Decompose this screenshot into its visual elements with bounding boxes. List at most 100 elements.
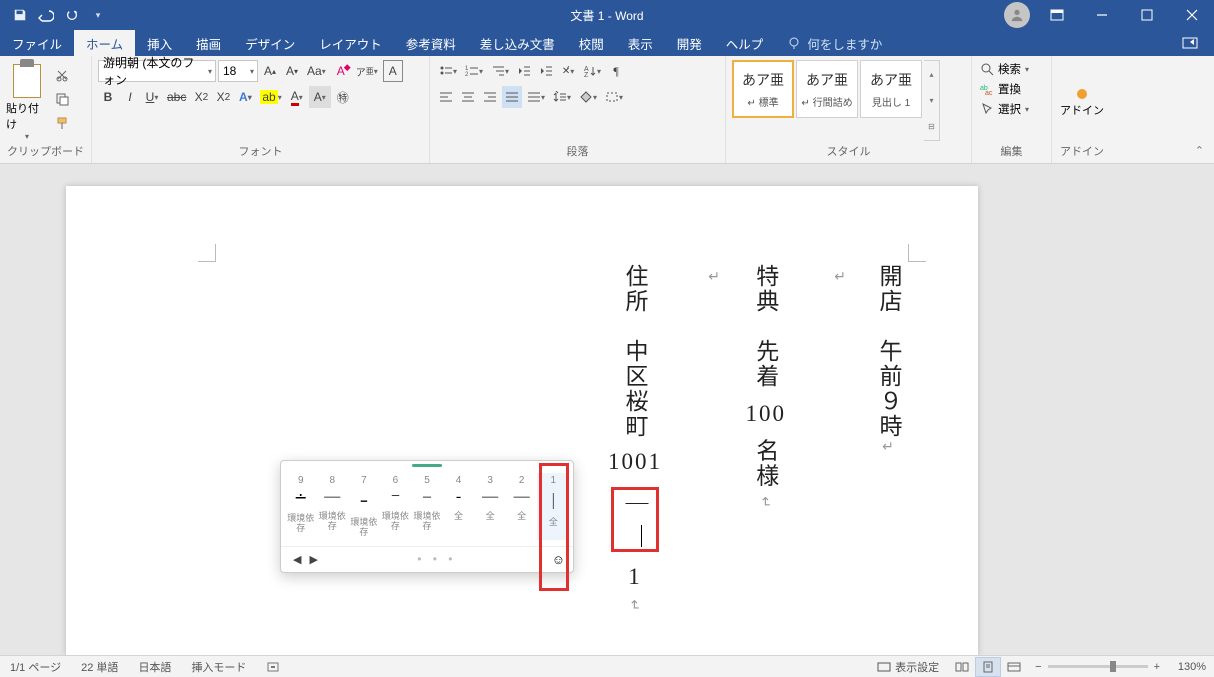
ime-next[interactable]: ▶ bbox=[305, 551, 321, 568]
text-line-1[interactable]: 開店 午前９時↵ bbox=[872, 264, 906, 457]
text-effects-button[interactable]: A bbox=[235, 86, 255, 108]
strikethrough-button[interactable]: abc bbox=[164, 86, 189, 108]
ime-candidate-7[interactable]: 7ｰ環境依存 bbox=[348, 473, 380, 540]
numbering-button[interactable]: 12 bbox=[462, 60, 486, 82]
font-size-combo[interactable]: 18 bbox=[218, 60, 258, 82]
decrease-indent-button[interactable] bbox=[514, 60, 534, 82]
highlight-button[interactable]: ab bbox=[257, 86, 284, 108]
undo-button[interactable] bbox=[34, 3, 58, 27]
ime-candidate-8[interactable]: 8―環境依存 bbox=[317, 473, 349, 540]
increase-indent-button[interactable] bbox=[536, 60, 556, 82]
ime-emoji-button[interactable]: ☺ bbox=[552, 552, 565, 567]
style-normal[interactable]: あア亜 ↵ 標準 bbox=[732, 60, 794, 118]
tab-references[interactable]: 参考資料 bbox=[394, 30, 468, 56]
status-macro[interactable] bbox=[256, 661, 290, 673]
minimize-button[interactable] bbox=[1079, 0, 1124, 30]
bullets-button[interactable] bbox=[436, 60, 460, 82]
align-right-button[interactable] bbox=[480, 86, 500, 108]
ime-prev[interactable]: ◀ bbox=[289, 551, 305, 568]
format-painter-button[interactable] bbox=[52, 112, 72, 134]
redo-button[interactable] bbox=[60, 3, 84, 27]
distributed-button[interactable] bbox=[524, 86, 548, 108]
paste-button[interactable]: 貼り付け ▾ bbox=[6, 60, 48, 141]
align-left-button[interactable] bbox=[436, 86, 456, 108]
tell-me-search[interactable]: 何をしますか bbox=[775, 30, 894, 56]
zoom-slider[interactable] bbox=[1048, 665, 1148, 668]
tab-developer[interactable]: 開発 bbox=[665, 30, 714, 56]
tab-review[interactable]: 校閲 bbox=[567, 30, 616, 56]
account-icon[interactable] bbox=[1004, 2, 1030, 28]
asian-layout-button[interactable]: ✕́ bbox=[558, 60, 578, 82]
tab-view[interactable]: 表示 bbox=[616, 30, 665, 56]
change-case-button[interactable]: Aa bbox=[304, 60, 329, 82]
maximize-button[interactable] bbox=[1124, 0, 1169, 30]
tab-help[interactable]: ヘルプ bbox=[714, 30, 776, 56]
tab-insert[interactable]: 挿入 bbox=[135, 30, 184, 56]
multilevel-list-button[interactable] bbox=[488, 60, 512, 82]
status-page[interactable]: 1/1 ページ bbox=[0, 659, 71, 675]
subscript-button[interactable]: X2 bbox=[191, 86, 211, 108]
tab-layout[interactable]: レイアウト bbox=[307, 30, 394, 56]
collapse-ribbon-button[interactable]: ⌃ bbox=[1195, 144, 1204, 157]
zoom-level[interactable]: 130% bbox=[1166, 661, 1206, 673]
font-family-combo[interactable]: 游明朝 (本文のフォン bbox=[98, 60, 216, 82]
gallery-down[interactable]: ▾ bbox=[924, 87, 939, 113]
tab-home[interactable]: ホーム bbox=[74, 30, 135, 56]
justify-button[interactable] bbox=[502, 86, 522, 108]
shading-button[interactable] bbox=[576, 86, 600, 108]
tab-design[interactable]: デザイン bbox=[233, 30, 307, 56]
qat-customize[interactable]: ▾ bbox=[86, 3, 110, 27]
status-words[interactable]: 22 単語 bbox=[71, 659, 128, 675]
status-language[interactable]: 日本語 bbox=[128, 659, 181, 675]
phonetic-guide-button[interactable]: ア亜 bbox=[353, 60, 381, 82]
superscript-button[interactable]: X2 bbox=[213, 86, 233, 108]
ime-candidate-2[interactable]: 2—全 bbox=[506, 473, 538, 540]
underline-button[interactable]: U bbox=[142, 86, 162, 108]
bold-button[interactable]: B bbox=[98, 86, 118, 108]
ribbon-display-options[interactable] bbox=[1034, 0, 1079, 30]
zoom-out-button[interactable]: − bbox=[1035, 661, 1041, 673]
style-heading1[interactable]: あア亜 見出し 1 bbox=[860, 60, 922, 118]
tab-draw[interactable]: 描画 bbox=[184, 30, 233, 56]
text-line-3[interactable]: 住所 中区桜町 1001 ｜ 1 ↵ bbox=[608, 264, 662, 613]
ime-candidate-6[interactable]: 6−環境依存 bbox=[380, 473, 412, 540]
enclose-characters-button[interactable]: ㊕ bbox=[333, 86, 353, 108]
ime-candidate-5[interactable]: 5–環境依存 bbox=[411, 473, 443, 540]
gallery-up[interactable]: ▴ bbox=[924, 61, 939, 87]
shrink-font-button[interactable]: A▾ bbox=[282, 60, 302, 82]
share-button[interactable] bbox=[1166, 30, 1214, 56]
select-button[interactable]: 選択▾ bbox=[978, 100, 1031, 118]
ime-candidate-1[interactable]: 1｜全 bbox=[537, 473, 569, 540]
replace-button[interactable]: abac置換 bbox=[978, 80, 1031, 98]
status-display-settings[interactable]: 表示設定 bbox=[867, 659, 949, 675]
character-border-button[interactable]: A bbox=[383, 60, 403, 82]
align-center-button[interactable] bbox=[458, 86, 478, 108]
view-read-mode[interactable] bbox=[949, 657, 975, 677]
style-no-spacing[interactable]: あア亜 ↵ 行間詰め bbox=[796, 60, 858, 118]
text-line-2[interactable]: 特典 先着 100 名様 ↵ bbox=[746, 264, 787, 510]
clear-formatting-button[interactable]: A◆ bbox=[331, 60, 351, 82]
italic-button[interactable]: I bbox=[120, 86, 140, 108]
ime-candidate-4[interactable]: 4‐全 bbox=[443, 473, 475, 540]
borders-button[interactable] bbox=[602, 86, 626, 108]
view-web-layout[interactable] bbox=[1001, 657, 1027, 677]
close-button[interactable] bbox=[1169, 0, 1214, 30]
grow-font-button[interactable]: A▴ bbox=[260, 60, 280, 82]
style-gallery[interactable]: あア亜 ↵ 標準 あア亜 ↵ 行間詰め あア亜 見出し 1 ▴ ▾ ⊟ bbox=[732, 60, 940, 141]
zoom-in-button[interactable]: + bbox=[1154, 661, 1160, 673]
cut-button[interactable] bbox=[52, 64, 72, 86]
tab-file[interactable]: ファイル bbox=[0, 30, 74, 56]
font-color-button[interactable]: A bbox=[287, 86, 307, 108]
character-shading-button[interactable]: A bbox=[309, 86, 331, 108]
status-insert-mode[interactable]: 挿入モード bbox=[181, 659, 256, 675]
find-button[interactable]: 検索▾ bbox=[978, 60, 1031, 78]
addins-button[interactable]: アドイン bbox=[1060, 83, 1104, 118]
tab-mailings[interactable]: 差し込み文書 bbox=[468, 30, 567, 56]
ime-candidate-3[interactable]: 3―全 bbox=[474, 473, 506, 540]
document-area[interactable]: ↵ ↵ 開店 午前９時↵ 特典 先着 100 名様 ↵ 住所 中区桜町 1001… bbox=[0, 164, 1214, 655]
gallery-more[interactable]: ⊟ bbox=[924, 114, 939, 140]
save-button[interactable] bbox=[8, 3, 32, 27]
ime-candidate-9[interactable]: 9∸環境依存 bbox=[285, 473, 317, 540]
view-print-layout[interactable] bbox=[975, 657, 1001, 677]
sort-button[interactable]: AZ bbox=[580, 60, 604, 82]
